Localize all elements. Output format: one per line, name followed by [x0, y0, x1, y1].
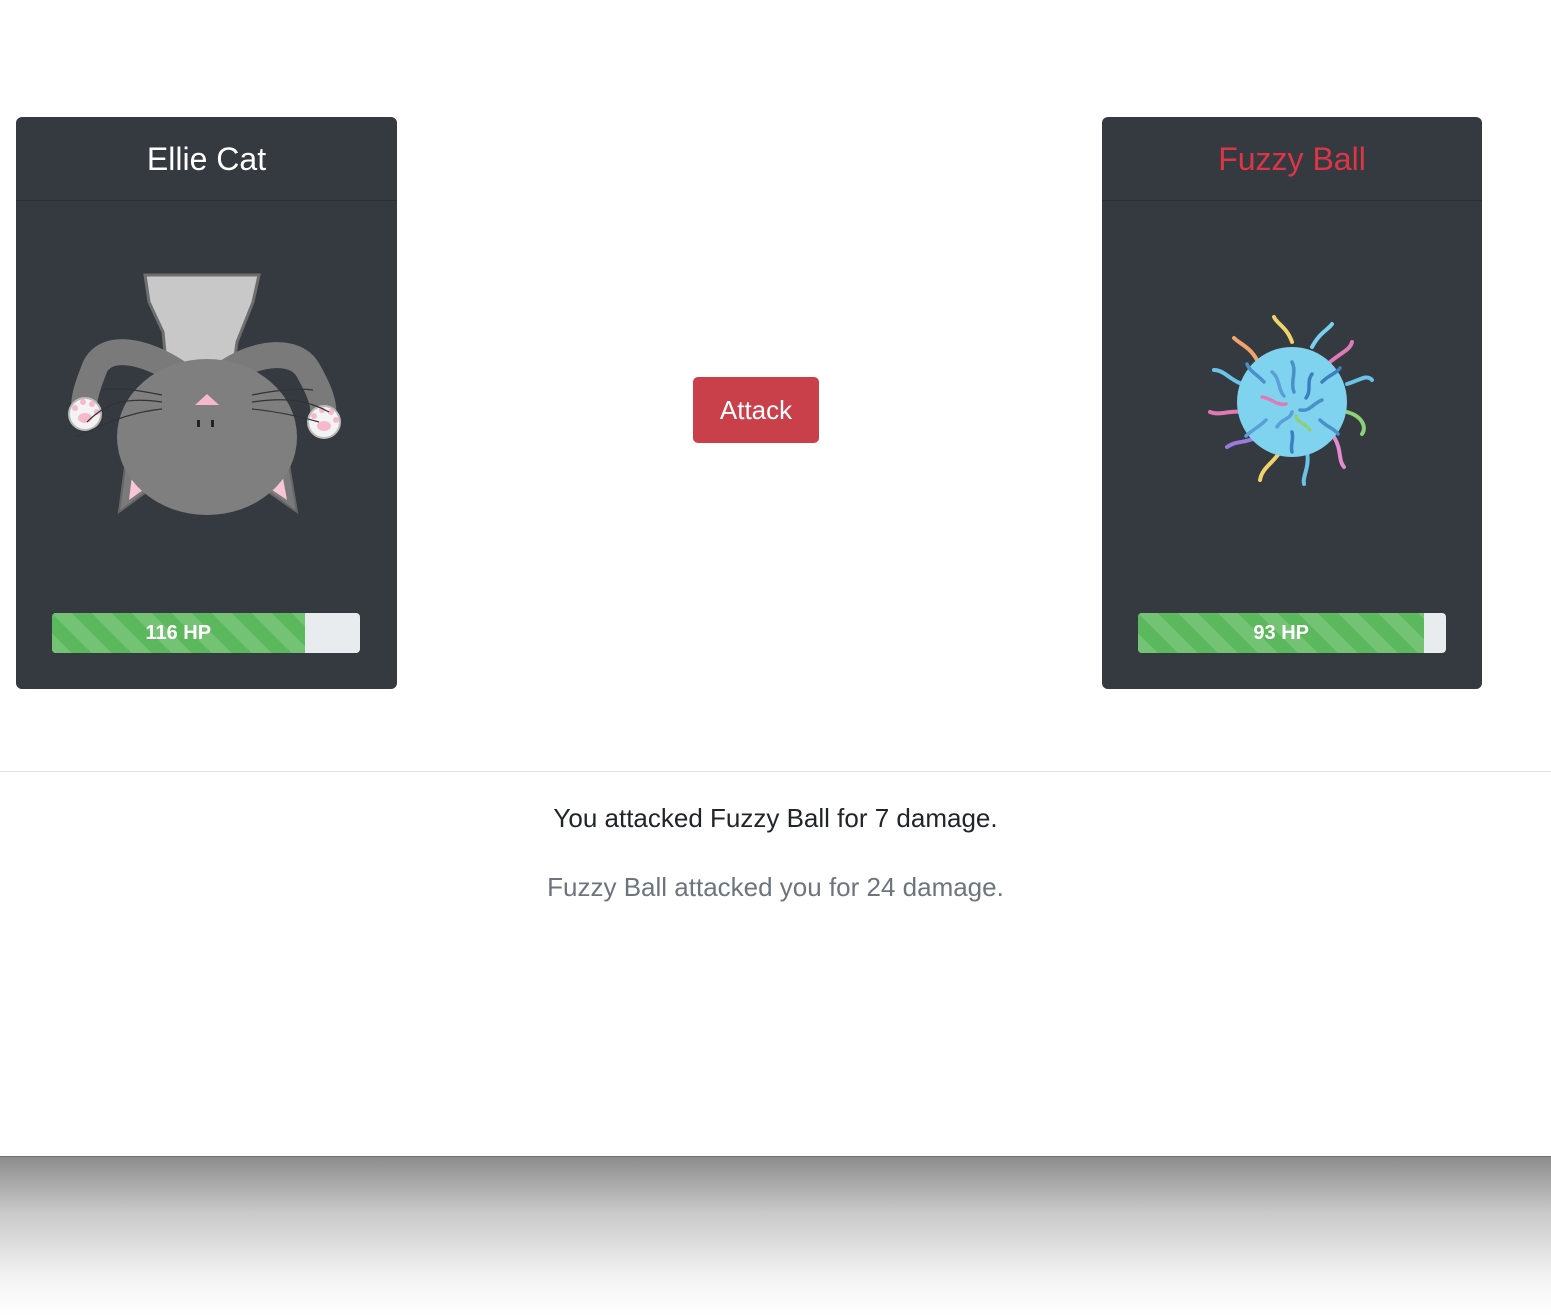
player-card: Ellie Cat 116 HP	[16, 117, 397, 689]
bottom-shadow	[0, 1156, 1551, 1316]
player-attack-message: You attacked Fuzzy Ball for 7 damage.	[553, 803, 998, 833]
right-paw	[306, 405, 341, 439]
player-hp-bar: 116 HP	[52, 613, 360, 653]
player-name: Ellie Cat	[16, 117, 397, 201]
player-art	[16, 202, 397, 602]
log-divider	[0, 771, 1551, 772]
enemy-card: Fuzzy Ball 93 HP	[1102, 117, 1482, 689]
attack-button[interactable]: Attack	[693, 377, 819, 443]
enemy-hp-bar: 93 HP	[1138, 613, 1446, 653]
upside-down-cat-icon	[67, 273, 341, 515]
player-hp-label: 116 HP	[145, 621, 212, 644]
enemy-attack-message: Fuzzy Ball attacked you for 24 damage.	[547, 872, 1004, 902]
player-hp-fill: 116 HP	[52, 613, 305, 653]
enemy-hp-fill: 93 HP	[1138, 613, 1425, 653]
enemy-hp-label: 93 HP	[1253, 621, 1310, 644]
enemy-art	[1102, 202, 1482, 602]
enemy-name: Fuzzy Ball	[1102, 117, 1482, 201]
fuzzy-ball-icon	[1208, 315, 1374, 486]
battle-screen: Ellie Cat 116 HP Attack Fuzzy Ball 93 HP…	[0, 0, 1551, 1316]
